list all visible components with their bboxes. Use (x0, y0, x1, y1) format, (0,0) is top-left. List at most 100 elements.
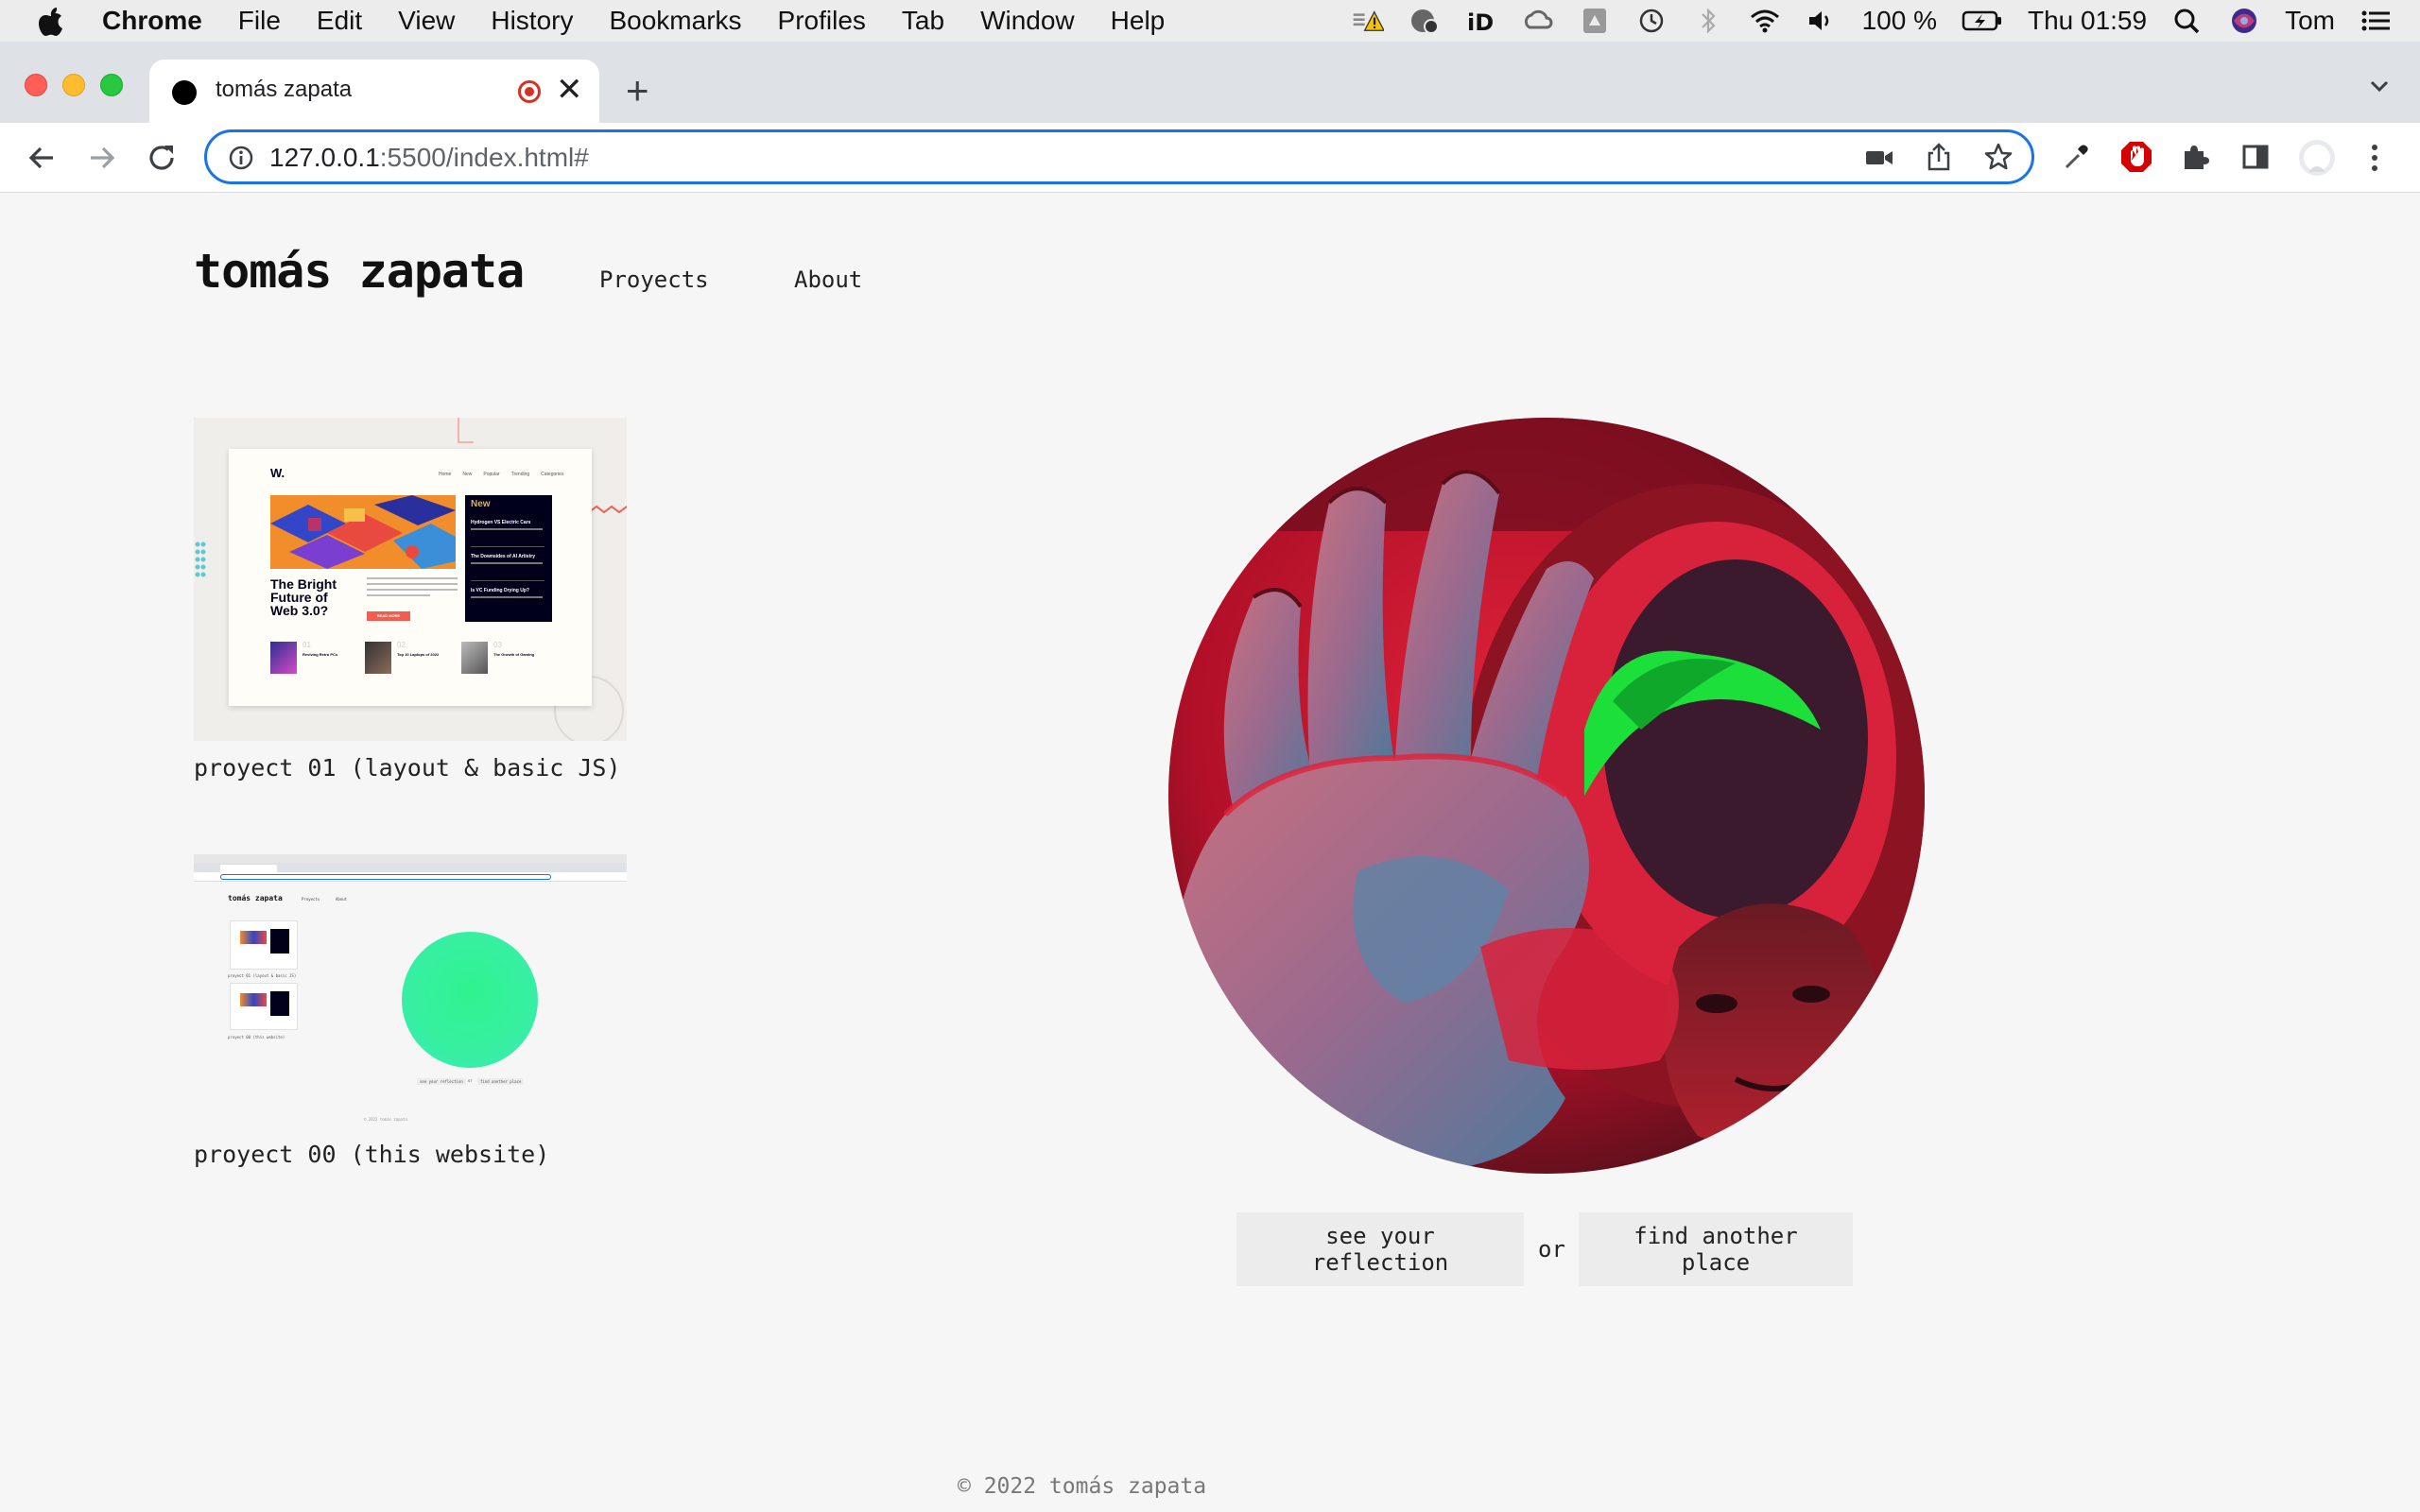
thumb00-button: see your reflection (417, 1078, 466, 1085)
thumb01-hero-image (270, 495, 456, 569)
thumb00-nav: Proyects (302, 897, 320, 902)
user-name[interactable]: Tom (2285, 6, 2335, 36)
url-host: 127.0.0.1 (269, 143, 380, 172)
thumb00-caption: proyect 00 (this website) (228, 1035, 285, 1040)
menu-app-chrome[interactable]: Chrome (102, 6, 202, 36)
share-icon[interactable] (1925, 142, 1953, 172)
menu-file[interactable]: File (238, 6, 281, 36)
menu-window[interactable]: Window (980, 6, 1075, 36)
tab-favicon (172, 80, 197, 105)
or-separator: or (1538, 1236, 1565, 1263)
see-your-reflection-button[interactable]: see your reflection (1236, 1212, 1524, 1286)
menu-profiles[interactable]: Profiles (778, 6, 866, 36)
battery-icon[interactable] (1962, 7, 2003, 35)
thumb01-bottom-image (365, 642, 391, 674)
thumb01-bottom-image (461, 642, 488, 674)
thumb00-nav: About (336, 897, 348, 902)
new-tab-plus-icon[interactable]: + (626, 68, 649, 113)
spotlight-icon[interactable] (2171, 7, 2204, 35)
thumb01-nav: Home New Popular Trending Categories (439, 472, 563, 477)
wifi-icon[interactable] (1749, 7, 1781, 35)
thumb01-nav-item: Popular (483, 472, 500, 477)
thumb01-bottom-num: 03 (493, 641, 502, 649)
back-arrow-icon[interactable] (25, 142, 59, 174)
siri-icon[interactable] (2228, 7, 2260, 35)
bluetooth-icon[interactable] (1692, 7, 1724, 35)
window-zoom-button[interactable] (100, 74, 123, 96)
url-path: :5500/index.html# (379, 143, 589, 172)
thumb01-bottom-num: 02 (397, 641, 406, 649)
forward-arrow-icon[interactable] (85, 142, 119, 174)
monitor-icon[interactable] (1409, 7, 1441, 35)
battery-percent: 100 % (1861, 6, 1937, 35)
menu-bookmarks[interactable]: Bookmarks (609, 6, 741, 36)
thumb00-mini-thumb (230, 983, 298, 1030)
volume-icon[interactable] (1806, 7, 1838, 35)
apple-logo-icon[interactable] (36, 4, 66, 38)
thumb01-bottom-image (270, 642, 297, 674)
thumb00-button: find another place (477, 1078, 525, 1085)
side-panel-icon[interactable] (2240, 142, 2271, 172)
thumb00-footer: © 2022 tomás zapata (364, 1117, 407, 1122)
thumb00-caption: proyect 01 (layout & basic JS) (228, 973, 297, 978)
reload-icon[interactable] (146, 142, 180, 174)
thumb01-nav-item: Home (439, 472, 452, 477)
thumb01-new-label: New (471, 499, 491, 509)
thumb01-intro-text (367, 577, 458, 600)
chrome-menu-kebab-icon[interactable] (2365, 142, 2384, 174)
menu-view[interactable]: View (398, 6, 455, 36)
bookmark-star-icon[interactable] (1983, 142, 2014, 172)
menu-edit[interactable]: Edit (317, 6, 362, 36)
project-01-caption[interactable]: proyect 01 (layout & basic JS) (194, 754, 621, 782)
project-00-thumbnail[interactable]: tomás zapata Proyects About proyect 01 (… (194, 849, 627, 1125)
thumb01-page-preview: W. Home New Popular Trending Categories … (229, 449, 592, 706)
thumb01-bottom-num: 01 (302, 641, 311, 649)
tab-search-chevron-icon[interactable] (2367, 74, 2392, 98)
battery-warning-icon[interactable] (1352, 7, 1384, 35)
page-footer: © 2022 tomás zapata (958, 1474, 1207, 1499)
id-icon[interactable]: iD (1465, 7, 1497, 35)
thumb00-mini-thumb (230, 920, 298, 970)
browser-tab-active[interactable]: tomás zapata ✕ (149, 60, 599, 123)
extensions-puzzle-icon[interactable] (2180, 142, 2210, 172)
thumb01-logo: W. (270, 466, 285, 480)
url-text[interactable]: 127.0.0.1:5500/index.html# (269, 143, 589, 173)
thumb01-nav-item: New (462, 472, 473, 477)
tab-title: tomás zapata (216, 77, 353, 102)
address-bar[interactable]: 127.0.0.1:5500/index.html# (204, 129, 2034, 184)
svg-text:iD: iD (1467, 9, 1494, 35)
webcam-filtered-image (1168, 418, 1925, 1174)
control-center-icon[interactable] (2360, 7, 2392, 35)
camera-in-use-icon[interactable] (1864, 144, 1894, 172)
recording-indicator-icon (518, 80, 541, 103)
menu-help[interactable]: Help (1111, 6, 1166, 36)
thumb01-bottom-title: Reviving Retro PCs (302, 652, 338, 657)
profile-avatar-icon[interactable] (2297, 138, 2337, 178)
creative-cloud-icon[interactable] (1522, 7, 1554, 35)
drive-icon[interactable] (1579, 7, 1611, 35)
thumb01-bottom-title: Top 10 Laptops of 2022 (397, 652, 440, 657)
nav-about-link[interactable]: About (794, 266, 862, 293)
macos-menu-bar: Chrome File Edit View History Bookmarks … (0, 0, 2420, 42)
adblock-extension-icon[interactable] (2119, 140, 2153, 174)
menu-history[interactable]: History (491, 6, 573, 36)
site-info-icon[interactable] (228, 145, 254, 171)
project-01-thumbnail[interactable]: W. Home New Popular Trending Categories … (194, 418, 627, 741)
project-00-caption[interactable]: proyect 00 (this website) (194, 1141, 549, 1168)
thumb01-new-item: Hydrogen VS Electric Cars (471, 520, 531, 525)
find-another-place-button[interactable]: find another place (1579, 1212, 1853, 1286)
site-title[interactable]: tomás zapata (194, 244, 525, 299)
thumb01-nav-item: Categories (541, 472, 564, 477)
eyedropper-extension-icon[interactable] (2061, 142, 2091, 172)
nav-proyects-link[interactable]: Proyects (599, 266, 709, 293)
thumb01-new-item: The Downsides of AI Artistry (471, 554, 535, 559)
time-machine-icon[interactable] (1635, 7, 1668, 35)
menu-tab[interactable]: Tab (902, 6, 944, 36)
thumb01-bottom-title: The Growth of Gaming (493, 652, 535, 657)
thumb01-headline: The Bright Future of Web 3.0? (270, 576, 337, 618)
window-close-button[interactable] (25, 74, 47, 96)
tab-close-icon[interactable]: ✕ (556, 71, 583, 109)
clock[interactable]: Thu 01:59 (2028, 6, 2147, 36)
thumb00-menubar (194, 854, 627, 863)
window-minimize-button[interactable] (62, 74, 85, 96)
